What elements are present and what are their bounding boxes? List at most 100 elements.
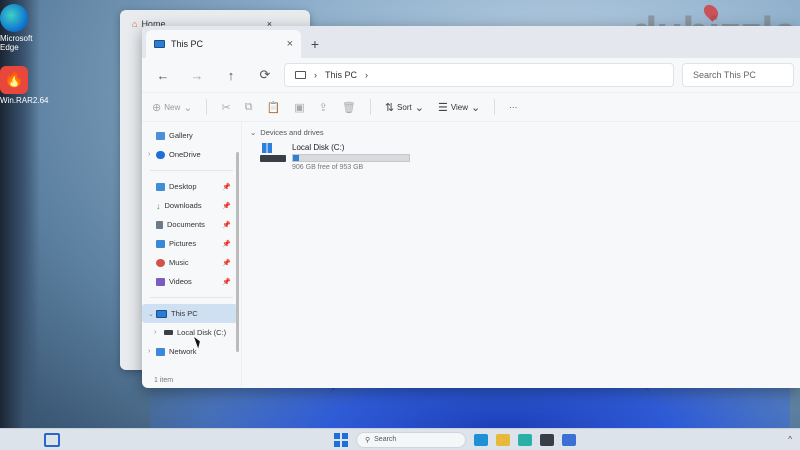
divider <box>494 99 496 115</box>
rename-button[interactable]: ▣ <box>294 101 304 114</box>
pin-icon: 📌 <box>222 240 231 248</box>
share-button[interactable]: ⇪ <box>319 101 328 114</box>
edge-icon[interactable] <box>518 433 532 446</box>
home-icon: ⌂ <box>132 19 138 29</box>
chevron-right-icon[interactable]: › <box>148 348 150 355</box>
sidebar-item-this-pc[interactable]: ⌄ This PC <box>142 304 237 323</box>
pictures-icon <box>156 239 165 248</box>
plus-circle-icon: ⊕ <box>152 101 162 114</box>
breadcrumb-this-pc[interactable]: This PC <box>325 70 357 80</box>
navigation-bar: ← → ↑ ⟳ › This PC › Search This PC <box>142 58 800 92</box>
close-tab-button[interactable]: × <box>287 38 293 50</box>
paste-button[interactable]: 📋 <box>267 101 281 114</box>
sidebar-item-videos[interactable]: Videos 📌 <box>142 272 241 291</box>
this-pc-icon <box>156 309 167 318</box>
explorer-body: Gallery › OneDrive Desktop 📌 ↓ Downloads… <box>142 122 800 388</box>
new-button[interactable]: ⊕ New ⌄ <box>152 101 192 114</box>
desktop-icon-label: Microsoft Edge <box>0 34 33 52</box>
sidebar-item-onedrive[interactable]: › OneDrive <box>142 145 241 164</box>
divider <box>150 170 233 171</box>
gallery-icon <box>156 131 165 140</box>
sidebar-item-documents[interactable]: Documents 📌 <box>142 215 241 234</box>
search-icon: ⚲ <box>365 436 371 444</box>
address-bar[interactable]: › This PC › <box>284 63 674 87</box>
view-button[interactable]: ☰ View ⌄ <box>438 101 480 114</box>
taskbar-search[interactable]: ⚲ Search <box>356 431 466 448</box>
chevron-right-icon[interactable]: › <box>148 151 150 158</box>
chevron-down-icon: ⌄ <box>250 128 257 137</box>
drive-free-space: 906 GB free of 953 GB <box>292 164 364 171</box>
file-explorer-window[interactable]: This PC × + ← → ↑ ⟳ › This PC › Search T… <box>142 26 800 388</box>
taskbar: ⚲ Search ^ <box>0 428 800 450</box>
cut-button[interactable]: ✂ <box>221 101 230 114</box>
tab-title: This PC <box>171 39 204 49</box>
sidebar-item-downloads[interactable]: ↓ Downloads 📌 <box>142 196 241 215</box>
share-icon: ⇪ <box>318 101 328 114</box>
status-item-count: 1 item <box>154 377 174 384</box>
taskbar-center: ⚲ Search <box>334 431 576 448</box>
pin-icon: 📌 <box>222 278 231 286</box>
folder-icon[interactable] <box>496 433 510 446</box>
drive-item-c[interactable]: Local Disk (C:) 906 GB free of 953 GB <box>260 143 792 171</box>
pin-icon: 📌 <box>222 202 231 210</box>
pin-icon: 📌 <box>222 259 231 267</box>
chevron-down-icon: ⌄ <box>183 101 193 114</box>
refresh-button[interactable]: ⟳ <box>250 67 280 83</box>
sidebar-item-pictures[interactable]: Pictures 📌 <box>142 234 241 253</box>
store-icon[interactable] <box>540 433 554 446</box>
pin-icon: 📌 <box>222 221 231 229</box>
copy-button[interactable]: ⧉ <box>245 101 253 114</box>
trash-icon: 🗑 <box>341 101 356 114</box>
chevron-down-icon[interactable]: ⌄ <box>148 310 154 318</box>
desktop-icon-winrar[interactable]: 🔥 Win.RAR2.64 <box>0 66 49 105</box>
system-tray-chevron[interactable]: ^ <box>788 435 792 444</box>
sidebar-scrollbar[interactable] <box>236 152 239 352</box>
breadcrumb-separator: › <box>314 70 317 80</box>
drive-info: Local Disk (C:) 906 GB free of 953 GB <box>292 143 410 171</box>
edge-icon[interactable] <box>474 433 488 446</box>
cut-icon: ✂ <box>221 101 231 114</box>
sidebar-item-desktop[interactable]: Desktop 📌 <box>142 177 241 196</box>
title-bar: This PC × + <box>142 26 800 58</box>
documents-icon <box>156 220 163 229</box>
taskbar-apps <box>474 433 576 446</box>
drive-usage-bar <box>292 154 410 162</box>
command-bar: ⊕ New ⌄ ✂ ⧉ 📋 ▣ ⇪ 🗑 ⇅ Sort ⌄ ☰ View ⌄ ··… <box>142 92 800 122</box>
up-button[interactable]: ↑ <box>216 68 246 83</box>
delete-button[interactable]: 🗑 <box>342 101 356 114</box>
divider <box>150 297 233 298</box>
drive-name: Local Disk (C:) <box>292 143 345 152</box>
search-placeholder: Search This PC <box>693 70 756 80</box>
music-icon <box>156 258 165 267</box>
tab-this-pc[interactable]: This PC × <box>146 30 301 58</box>
divider <box>369 99 371 115</box>
chevron-right-icon[interactable]: › <box>154 329 156 336</box>
more-options-button[interactable]: ··· <box>509 103 517 112</box>
widgets-icon[interactable] <box>44 432 60 447</box>
app-icon: 🔥 <box>0 66 28 94</box>
this-pc-icon <box>154 40 165 48</box>
sidebar-item-network[interactable]: › Network <box>142 342 241 361</box>
edge-icon <box>0 4 28 32</box>
desktop-icon-edge[interactable]: Microsoft Edge <box>0 4 40 52</box>
start-button[interactable] <box>334 432 348 447</box>
app-icon[interactable] <box>562 433 576 446</box>
desktop-icon-label: Win.RAR2.64 <box>0 96 49 105</box>
back-button[interactable]: ← <box>148 68 178 83</box>
sidebar-item-music[interactable]: Music 📌 <box>142 253 241 272</box>
group-header[interactable]: ⌄ Devices and drives <box>250 128 792 137</box>
windows-drive-icon <box>260 143 286 165</box>
new-tab-button[interactable]: + <box>301 30 329 58</box>
sidebar-item-local-disk[interactable]: › Local Disk (C:) <box>142 323 241 342</box>
divider <box>206 99 208 115</box>
group-title: Devices and drives <box>260 128 324 137</box>
download-icon: ↓ <box>156 200 161 211</box>
forward-button[interactable]: → <box>182 68 212 83</box>
network-icon <box>156 347 165 356</box>
onedrive-icon <box>156 150 165 159</box>
paste-icon: 📋 <box>266 101 281 114</box>
breadcrumb-separator[interactable]: › <box>365 70 368 80</box>
sort-button[interactable]: ⇅ Sort ⌄ <box>385 101 424 114</box>
search-input[interactable]: Search This PC <box>682 63 794 87</box>
sidebar-item-gallery[interactable]: Gallery <box>142 126 241 145</box>
